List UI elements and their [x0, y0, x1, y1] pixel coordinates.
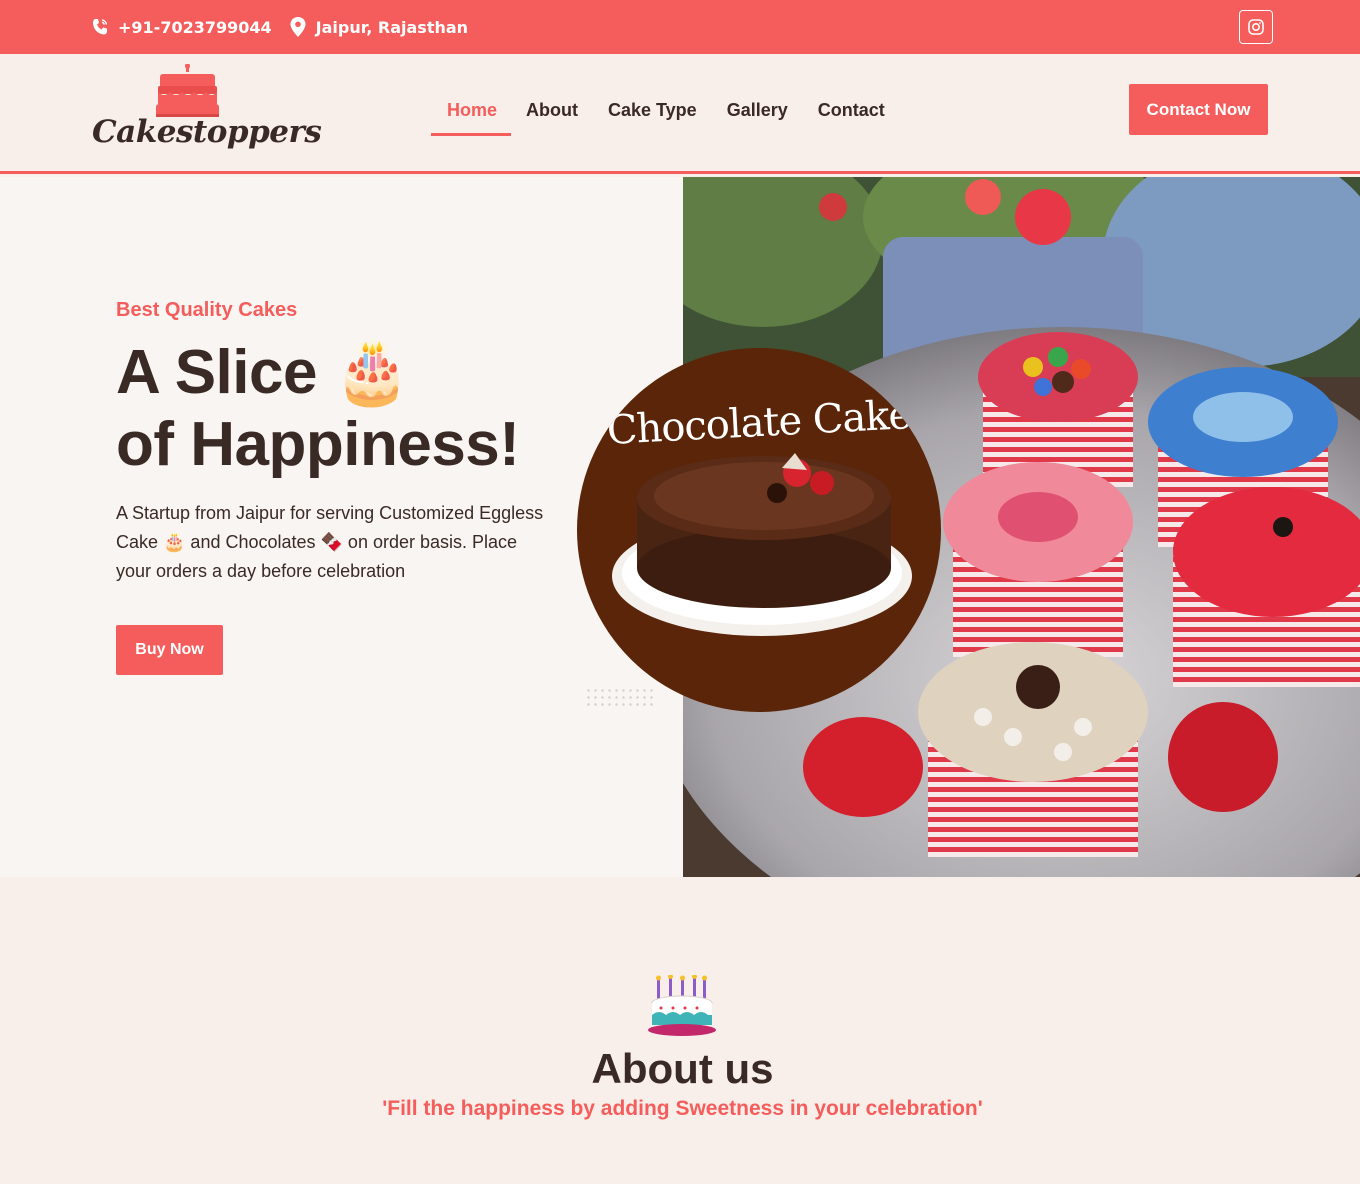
about-section: About us 'Fill the happiness by adding S…	[0, 877, 1360, 1184]
hero-description: A Startup from Jaipur for serving Custom…	[116, 503, 544, 581]
logo-wordmark: Cakestoppers	[92, 114, 322, 150]
logo[interactable]: Cakestoppers	[92, 64, 322, 168]
about-heading: About us	[591, 1045, 774, 1092]
hero-title-line1: A Slice 🎂	[116, 338, 411, 407]
main-nav: Home About Cake Type Gallery Contact	[431, 84, 900, 136]
nav-item-home[interactable]: Home	[431, 84, 511, 136]
location-item: Jaipur, Rajasthan	[290, 17, 468, 37]
hero-title: A Slice 🎂 of Happiness!	[116, 337, 520, 481]
nav-item-cake-type[interactable]: Cake Type	[593, 84, 712, 136]
location-text: Jaipur, Rajasthan	[315, 17, 469, 37]
instagram-button[interactable]	[1239, 10, 1273, 44]
instagram-icon	[1248, 19, 1264, 35]
chocolate-cake-image	[612, 453, 912, 636]
nav-item-about[interactable]: About	[511, 84, 593, 136]
nav-item-gallery[interactable]: Gallery	[712, 84, 803, 136]
birthday-cake-icon	[648, 975, 716, 1036]
contact-now-button[interactable]: Contact Now	[1129, 84, 1268, 135]
phone-number[interactable]: +91-7023799044	[118, 18, 272, 37]
phone-item[interactable]: +91-7023799044	[92, 18, 272, 37]
contact-info: +91-7023799044 Jaipur, Rajasthan	[92, 0, 474, 54]
site-header: Cakestoppers Home About Cake Type Galler…	[0, 54, 1360, 174]
top-bar: +91-7023799044 Jaipur, Rajasthan	[0, 0, 1360, 54]
buy-now-button[interactable]: Buy Now	[116, 625, 223, 675]
hero-title-line2: of Happiness!	[116, 410, 520, 479]
nav-item-contact[interactable]: Contact	[803, 84, 900, 136]
hero-section: Best Quality Cakes A Slice 🎂 of Happines…	[0, 177, 1360, 877]
location-pin-icon	[290, 17, 306, 37]
chocolate-cake-promo[interactable]: Chocolate Cake	[577, 348, 941, 712]
about-tagline: 'Fill the happiness by adding Sweetness …	[382, 1097, 983, 1120]
hero-subtitle: Best Quality Cakes	[116, 299, 298, 321]
phone-icon	[93, 19, 108, 35]
